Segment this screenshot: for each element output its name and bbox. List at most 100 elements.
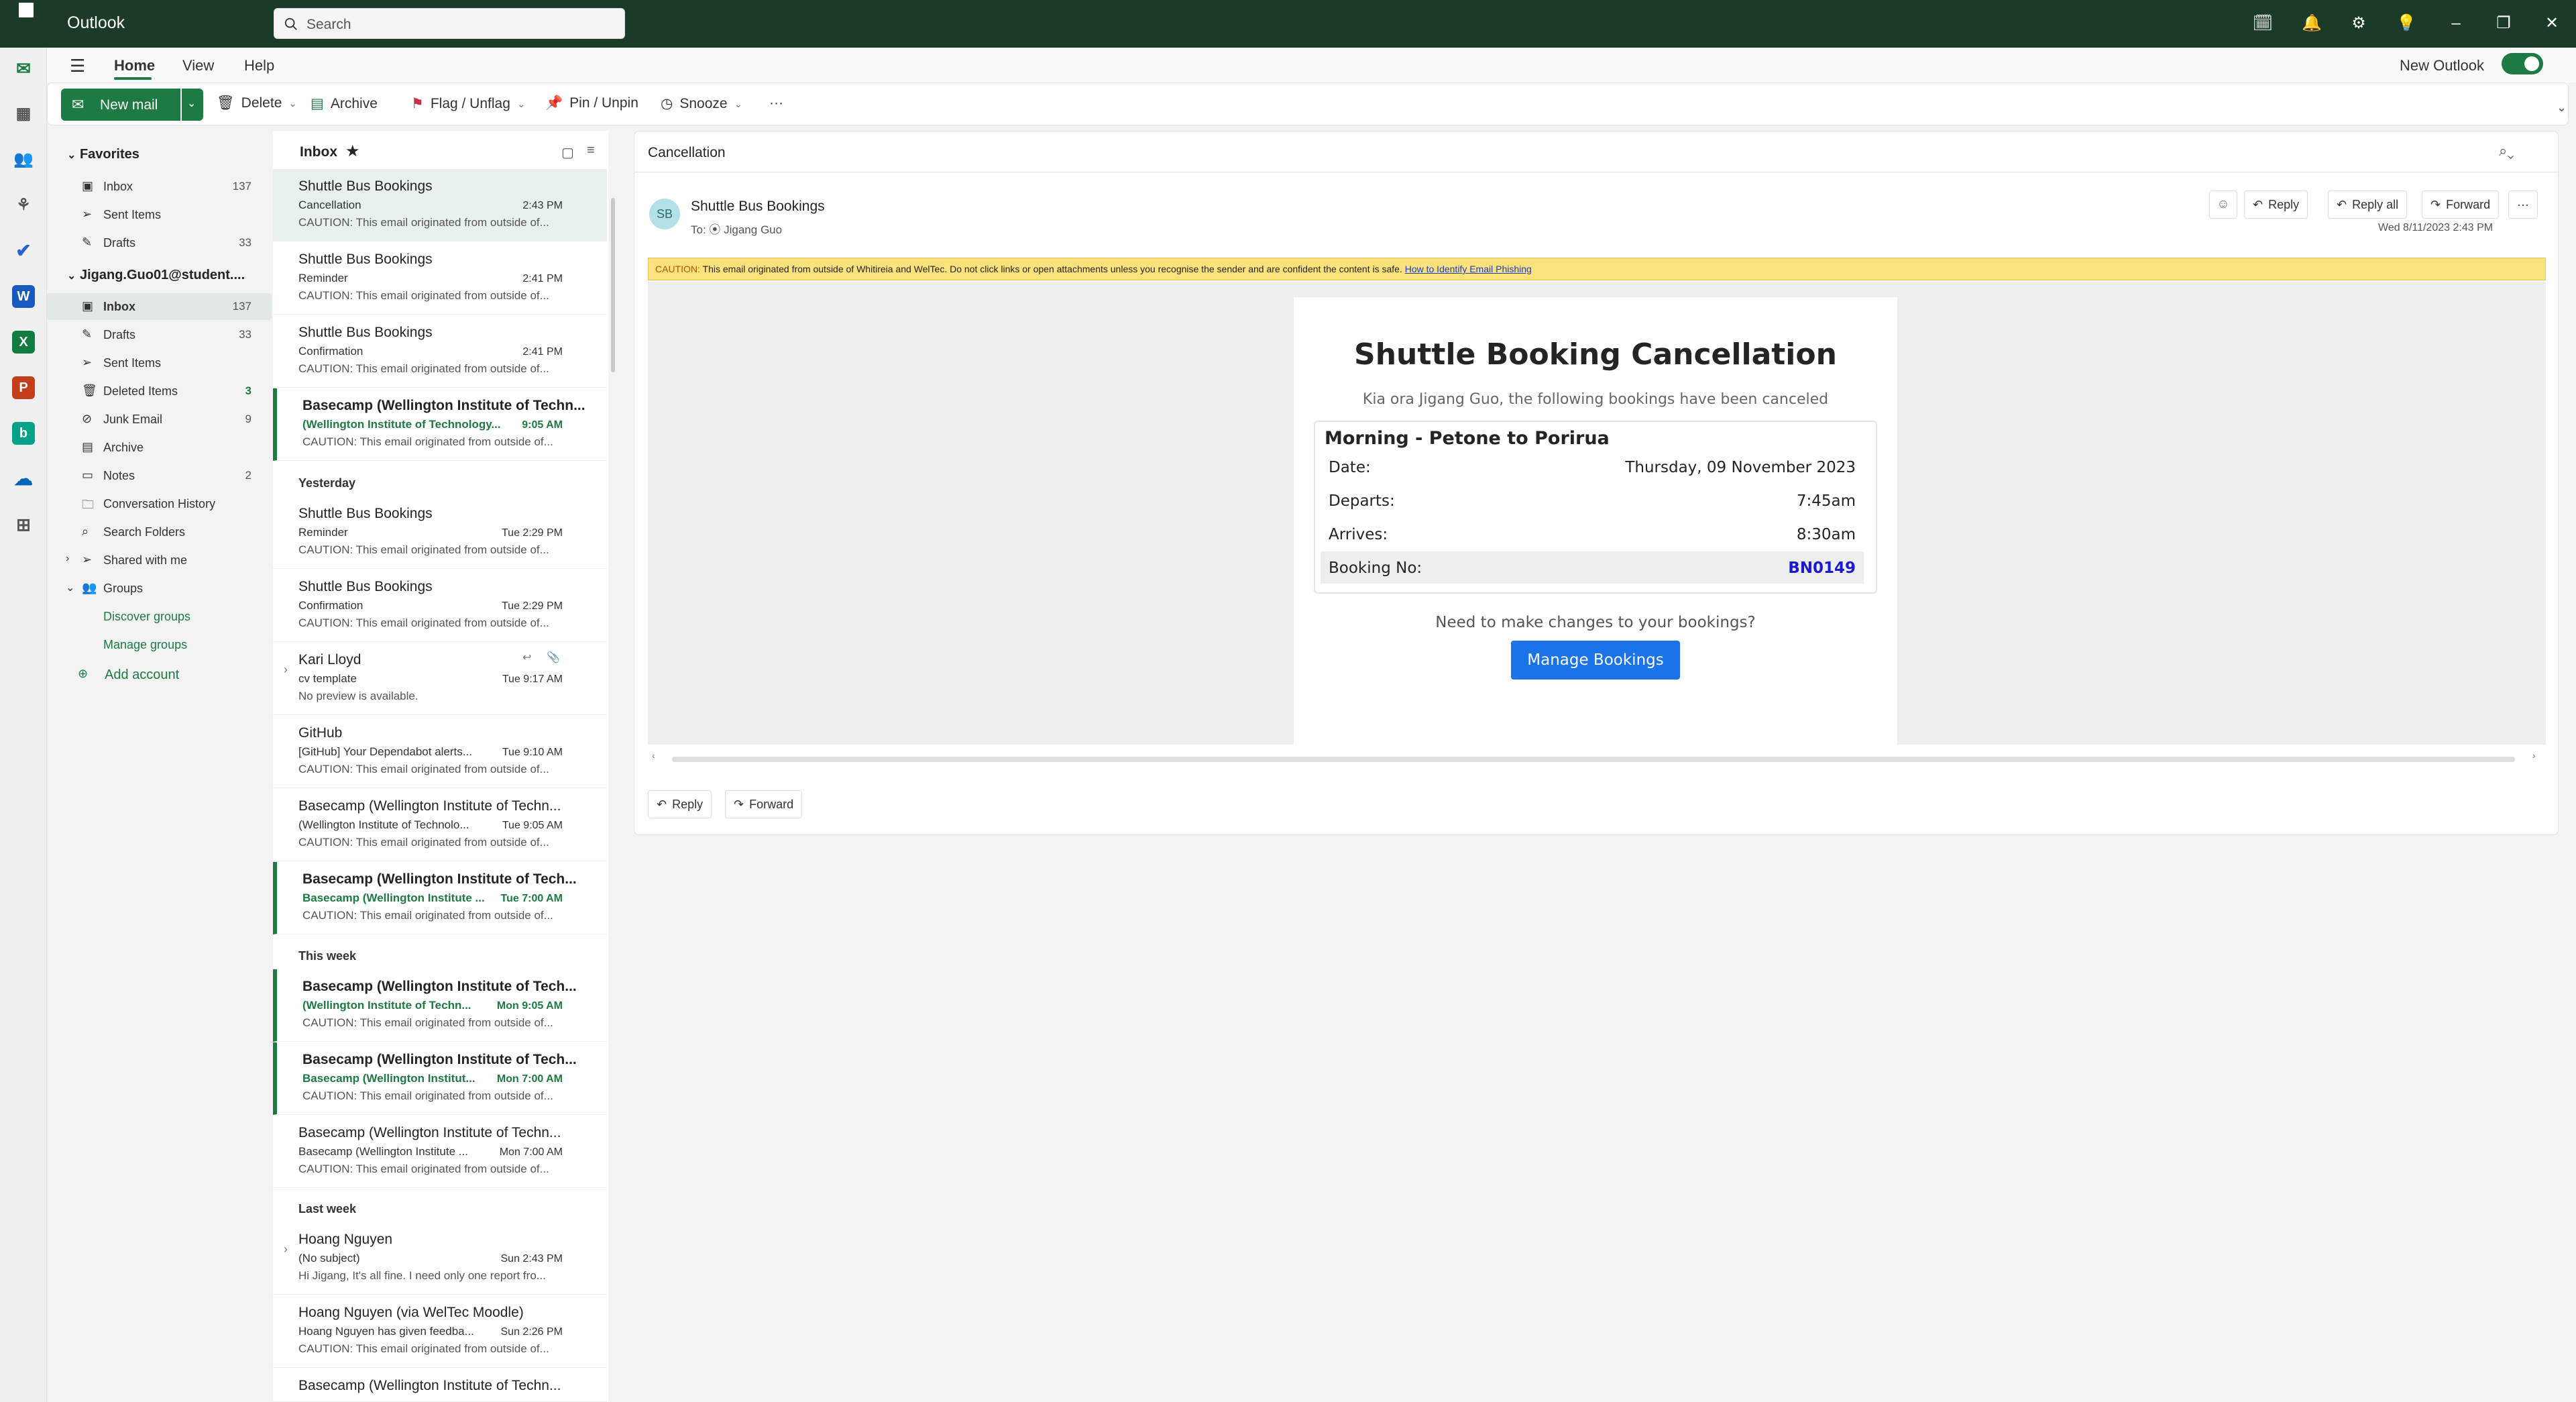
search-placeholder: Search	[306, 17, 351, 32]
lightbulb-icon[interactable]: 💡	[2395, 12, 2418, 35]
flag-button[interactable]: ⚑ Flag / Unflag ⌄	[411, 95, 525, 112]
list-item[interactable]: Basecamp (Wellington Institute of Techn.…	[273, 1368, 607, 1402]
minimize-icon[interactable]: –	[2445, 12, 2467, 35]
todo-icon[interactable]: ✔	[12, 239, 35, 262]
shared-with-me[interactable]: › ➢ Shared with me	[47, 547, 272, 574]
list-item[interactable]: › Hoang Nguyen (No subject) Sun 2:43 PM Hi …	[273, 1222, 607, 1295]
phishing-link[interactable]: How to Identify Email Phishing	[1405, 264, 1532, 274]
list-item[interactable]: Basecamp (Wellington Institute of Techn.…	[273, 789, 607, 861]
zoom-icon[interactable]: ⌕⌄	[2499, 142, 2514, 160]
folder-drafts[interactable]: ✎ Drafts 33	[47, 321, 272, 348]
groups-icon[interactable]: ⚘	[12, 194, 35, 217]
list-item[interactable]: Basecamp (Wellington Institute of Tech..…	[273, 969, 607, 1042]
send-icon: ➢	[82, 207, 93, 221]
delete-button[interactable]: 🗑 Delete ⌄	[217, 95, 297, 111]
folder-conversation-history[interactable]: 🗀 Conversation History	[47, 490, 272, 517]
favorites-header[interactable]: ⌄ Favorites	[67, 147, 139, 162]
attachment-icon: 📎	[547, 652, 560, 663]
add-account-button[interactable]: ⊕ Add account	[47, 661, 272, 688]
list-item[interactable]: GitHub [GitHub] Your Dependabot alerts...…	[273, 716, 607, 788]
reply-button[interactable]: ↶ Reply	[2244, 191, 2308, 219]
select-icon[interactable]: ▢	[561, 144, 574, 161]
folder-deleted-items[interactable]: 🗑 Deleted Items 3	[47, 378, 272, 405]
groups-header[interactable]: ⌄ 👥 Groups	[47, 575, 272, 602]
manage-groups-link[interactable]: Manage groups	[47, 631, 272, 658]
calendar-icon[interactable]: ▦	[12, 103, 35, 125]
bottom-forward-button[interactable]: ↷ Forward	[725, 790, 803, 818]
horizontal-scrollbar[interactable]	[672, 757, 2515, 762]
archive-button[interactable]: ▤ Archive	[311, 95, 378, 112]
list-item[interactable]: Hoang Nguyen (via WelTec Moodle) Hoang Ng…	[273, 1295, 607, 1368]
reply-all-button[interactable]: ↶ Reply all	[2328, 191, 2408, 219]
list-item[interactable]: Shuttle Bus Bookings Cancellation 2:43 PM C…	[273, 169, 607, 241]
ribbon-collapse-icon[interactable]: ⌄	[2557, 101, 2567, 115]
more-apps-icon[interactable]: ⊞	[12, 513, 35, 536]
trash-icon: 🗑	[217, 95, 235, 111]
fav-sent-items[interactable]: ➢ Sent Items	[47, 201, 272, 228]
folder-search-folders[interactable]: ⌕ Search Folders	[47, 519, 272, 545]
favorite-star-icon[interactable]: ★	[345, 142, 360, 161]
tab-help[interactable]: Help	[244, 57, 274, 74]
more-options-button[interactable]: ···	[769, 95, 783, 111]
chevron-right-icon[interactable]: ›	[284, 663, 288, 677]
list-item[interactable]: Basecamp (Wellington Institute of Tech..…	[273, 862, 607, 934]
scroll-left-icon[interactable]: ‹	[652, 750, 655, 761]
onedrive-icon[interactable]: ☁	[12, 468, 35, 490]
pin-button[interactable]: 📌 Pin / Unpin	[545, 95, 638, 111]
list-item[interactable]: Shuttle Bus Bookings Confirmation 2:41 PM C…	[273, 315, 607, 388]
folder-archive[interactable]: ▤ Archive	[47, 434, 272, 461]
excel-icon[interactable]: X	[12, 331, 35, 354]
powerpoint-icon[interactable]: P	[12, 376, 35, 399]
list-item[interactable]: Shuttle Bus Bookings Confirmation Tue 2:29…	[273, 570, 607, 642]
fav-inbox[interactable]: ▣ Inbox 137	[47, 173, 272, 200]
tab-home[interactable]: Home	[114, 57, 155, 74]
chevron-right-icon: ›	[66, 553, 70, 564]
bottom-reply-button[interactable]: ↶ Reply	[648, 790, 712, 818]
group-yesterday: Yesterday	[298, 476, 356, 490]
chevron-down-icon: ⌄	[187, 98, 197, 109]
account-header[interactable]: ⌄ Jigang.Guo01@student....	[67, 268, 245, 283]
more-actions-button[interactable]: ···	[2508, 191, 2538, 219]
gear-icon[interactable]: ⚙	[2347, 12, 2370, 35]
manage-bookings-button[interactable]: Manage Bookings	[1511, 641, 1680, 680]
close-icon[interactable]: ✕	[2540, 12, 2563, 35]
scroll-right-icon[interactable]: ›	[2532, 750, 2536, 761]
share-icon: ➢	[82, 553, 93, 566]
inbox-title: Inbox	[300, 144, 337, 160]
word-icon[interactable]: W	[12, 285, 35, 308]
snooze-button[interactable]: ◷ Snooze ⌄	[661, 95, 742, 112]
list-item[interactable]: Basecamp (Wellington Institute of Techn.…	[273, 1116, 607, 1188]
emoji-reaction-icon[interactable]: ☺	[2209, 191, 2237, 219]
mail-icon[interactable]: ✉	[12, 57, 35, 80]
tab-view[interactable]: View	[182, 57, 214, 74]
meet-now-icon[interactable]: 🗓	[2251, 12, 2274, 35]
reply-all-icon: ↶	[2337, 197, 2347, 211]
filter-icon[interactable]: ≡	[587, 143, 595, 158]
bookings-icon[interactable]: b	[12, 422, 35, 445]
folder-sent-items[interactable]: ➢ Sent Items	[47, 349, 272, 376]
bell-icon[interactable]: 🔔	[2300, 12, 2323, 35]
chevron-right-icon[interactable]: ›	[284, 1242, 288, 1256]
new-mail-dropdown[interactable]: ⌄	[182, 89, 203, 121]
list-item[interactable]: Basecamp (Wellington Institute of Tech..…	[273, 1042, 607, 1115]
hamburger-icon[interactable]: ☰	[70, 56, 85, 76]
new-mail-button[interactable]: ✉ New mail	[61, 89, 180, 121]
search-input[interactable]: Search	[274, 8, 625, 39]
fav-drafts[interactable]: ✎ Drafts 33	[47, 229, 272, 256]
new-outlook-toggle[interactable]	[2502, 53, 2543, 74]
people-icon[interactable]: 👥	[12, 148, 35, 171]
sender-name[interactable]: Shuttle Bus Bookings	[691, 199, 825, 215]
list-item[interactable]: Shuttle Bus Bookings Reminder 2:41 PM CAUTI…	[273, 242, 607, 315]
folder-junk-email[interactable]: ⊘ Junk Email 9	[47, 406, 272, 433]
forward-button[interactable]: ↷ Forward	[2422, 191, 2500, 219]
list-item[interactable]: Shuttle Bus Bookings Reminder Tue 2:29 PM C…	[273, 496, 607, 569]
email-heading: Shuttle Booking Cancellation	[1354, 337, 1837, 372]
list-item[interactable]: Basecamp (Wellington Institute of Techn.…	[273, 388, 607, 461]
list-scrollbar[interactable]	[611, 198, 615, 372]
folder-notes[interactable]: ▭ Notes 2	[47, 462, 272, 489]
discover-groups-link[interactable]: Discover groups	[47, 603, 272, 630]
restore-icon[interactable]: ❐	[2492, 12, 2515, 35]
folder-inbox[interactable]: ▣ Inbox 137	[47, 293, 272, 320]
avatar: SB	[649, 199, 680, 229]
list-item[interactable]: › Kari Lloyd cv template Tue 9:17 AM No pre…	[273, 643, 607, 715]
